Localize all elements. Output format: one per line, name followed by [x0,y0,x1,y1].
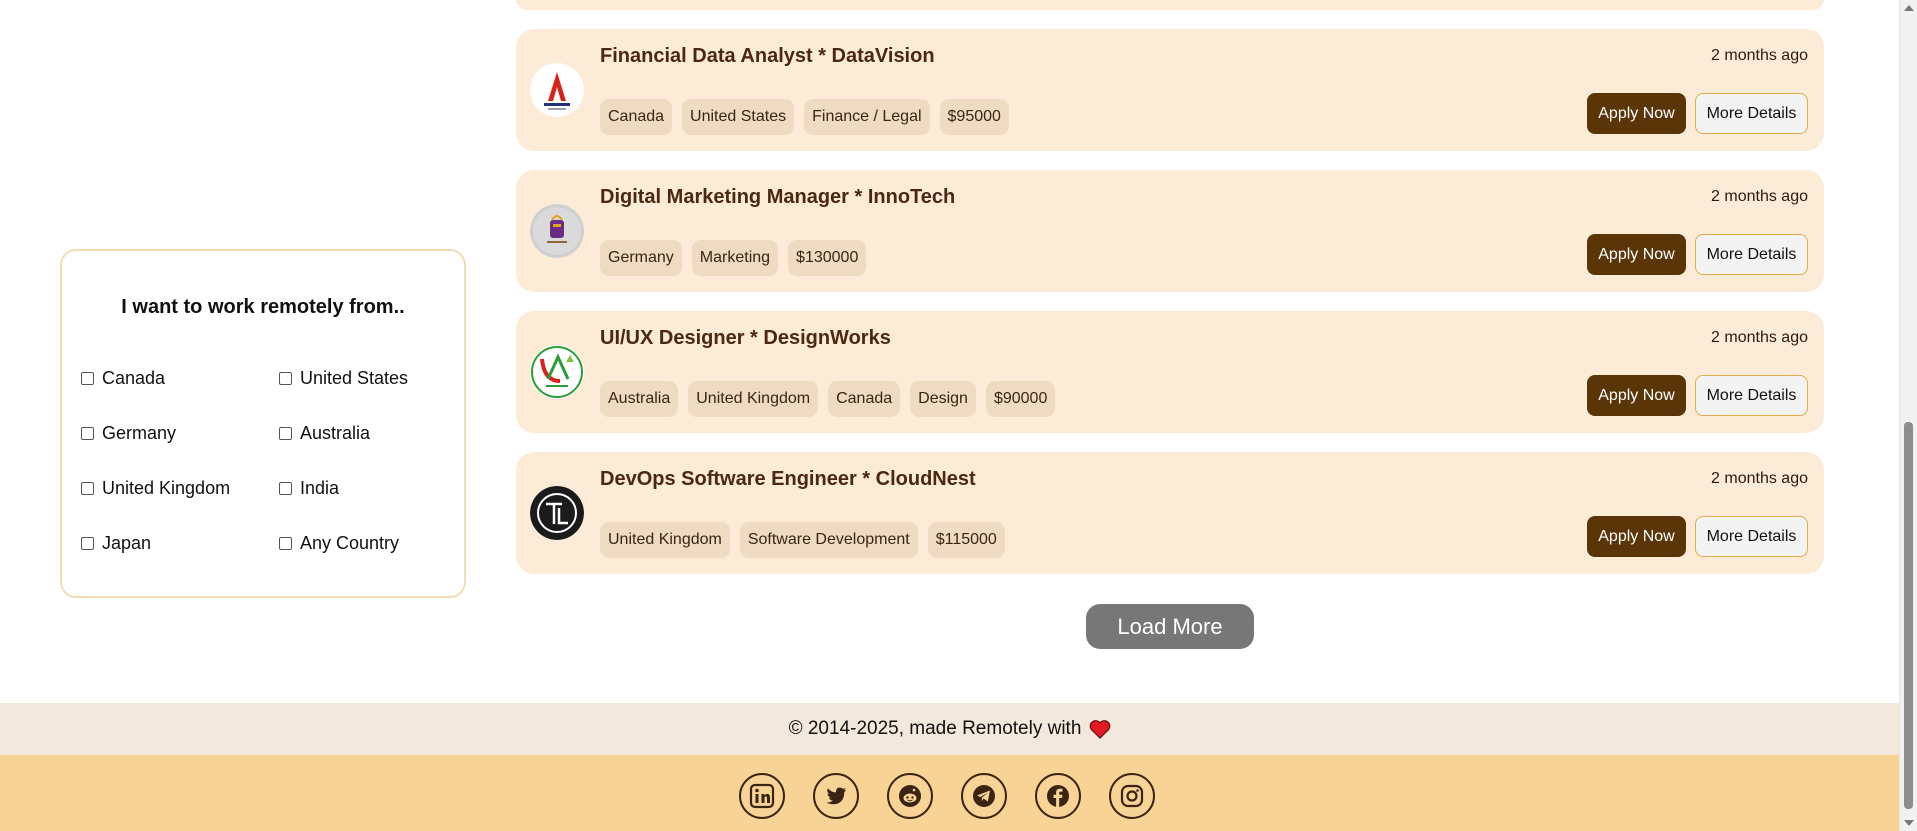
posted-date: 2 months ago [1711,47,1808,64]
tag: Marketing [691,240,779,276]
job-title[interactable]: Financial Data Analyst * DataVision [600,45,935,68]
tag: Software Development [739,522,918,558]
job-title[interactable]: DevOps Software Engineer * CloudNest [600,468,976,491]
job-card: UI/UX Designer * DesignWorks 2 months ag… [516,311,1824,433]
posted-date: 2 months ago [1711,188,1808,205]
checkbox[interactable] [279,537,292,550]
filter-option-canada[interactable]: Canada [81,368,165,389]
tl-logo [530,486,584,540]
tag: $130000 [788,240,867,276]
apply-now-button[interactable]: Apply Now [1587,234,1686,275]
filter-option-japan[interactable]: Japan [81,533,151,554]
posted-date: 2 months ago [1711,470,1808,487]
filter-option-united-kingdom[interactable]: United Kingdom [81,478,230,499]
tag-list: United Kingdom Software Development $115… [600,522,1005,558]
tag: Design [910,381,976,417]
checkbox[interactable] [81,372,94,385]
checkbox[interactable] [279,372,292,385]
scroll-up-arrow-icon[interactable] [1904,5,1914,11]
tag: $115000 [927,522,1005,558]
copyright-text: © 2014-2025, made Remotely with [788,718,1082,739]
apply-now-button[interactable]: Apply Now [1587,516,1686,557]
tag: United Kingdom [600,522,730,558]
green-company-logo [530,345,584,399]
tag: Finance / Legal [804,99,930,135]
filter-option-united-states[interactable]: United States [279,368,408,389]
heart-icon [1089,719,1111,739]
footer-copyright-bar: © 2014-2025, made Remotely with [0,703,1900,755]
checkbox[interactable] [81,537,94,550]
load-more-button[interactable]: Load More [1086,604,1254,649]
more-details-button[interactable]: More Details [1695,234,1808,275]
company-a-logo [530,63,584,117]
tag: Germany [600,240,682,276]
tag: Canada [828,381,901,417]
linkedin-icon[interactable] [739,773,785,819]
tag-list: Canada United States Finance / Legal $95… [600,99,1009,135]
tag: Canada [600,99,673,135]
job-card: Financial Data Analyst * DataVision 2 mo… [516,29,1824,151]
filter-option-germany[interactable]: Germany [81,423,176,444]
more-details-button[interactable]: More Details [1695,375,1808,416]
job-title[interactable]: Digital Marketing Manager * InnoTech [600,186,955,209]
job-title[interactable]: UI/UX Designer * DesignWorks [600,327,891,350]
tag-list: Germany Marketing $130000 [600,240,867,276]
tag-list: Australia United Kingdom Canada Design $… [600,381,1056,417]
apply-now-button[interactable]: Apply Now [1587,375,1686,416]
apply-now-button[interactable]: Apply Now [1587,93,1686,134]
facebook-icon[interactable] [1035,773,1081,819]
filter-option-india[interactable]: India [279,478,339,499]
filter-option-any-country[interactable]: Any Country [279,533,399,554]
previous-job-card [516,0,1824,10]
tag: $90000 [985,381,1056,417]
checkbox[interactable] [279,482,292,495]
tag: $95000 [939,99,1009,135]
filter-title: I want to work remotely from.. [121,296,405,318]
job-card: Digital Marketing Manager * InnoTech 2 m… [516,170,1824,292]
checkbox[interactable] [279,427,292,440]
twitter-icon[interactable] [813,773,859,819]
filter-option-australia[interactable]: Australia [279,423,370,444]
reddit-icon[interactable] [887,773,933,819]
posted-date: 2 months ago [1711,329,1808,346]
checkbox[interactable] [81,482,94,495]
telegram-icon[interactable] [961,773,1007,819]
tag: United States [682,99,795,135]
more-details-button[interactable]: More Details [1695,516,1808,557]
page-scrollbar[interactable] [1899,0,1917,831]
scrollbar-thumb[interactable] [1904,422,1913,809]
shopping-bag-logo [530,204,584,258]
country-filter-panel: I want to work remotely from.. Canada Un… [60,249,466,598]
checkbox[interactable] [81,427,94,440]
job-card: DevOps Software Engineer * CloudNest 2 m… [516,452,1824,574]
tag: United Kingdom [688,381,819,417]
more-details-button[interactable]: More Details [1695,93,1808,134]
scroll-down-arrow-icon[interactable] [1904,820,1914,826]
instagram-icon[interactable] [1109,773,1155,819]
tag: Australia [600,381,679,417]
footer-social-bar [0,755,1900,831]
